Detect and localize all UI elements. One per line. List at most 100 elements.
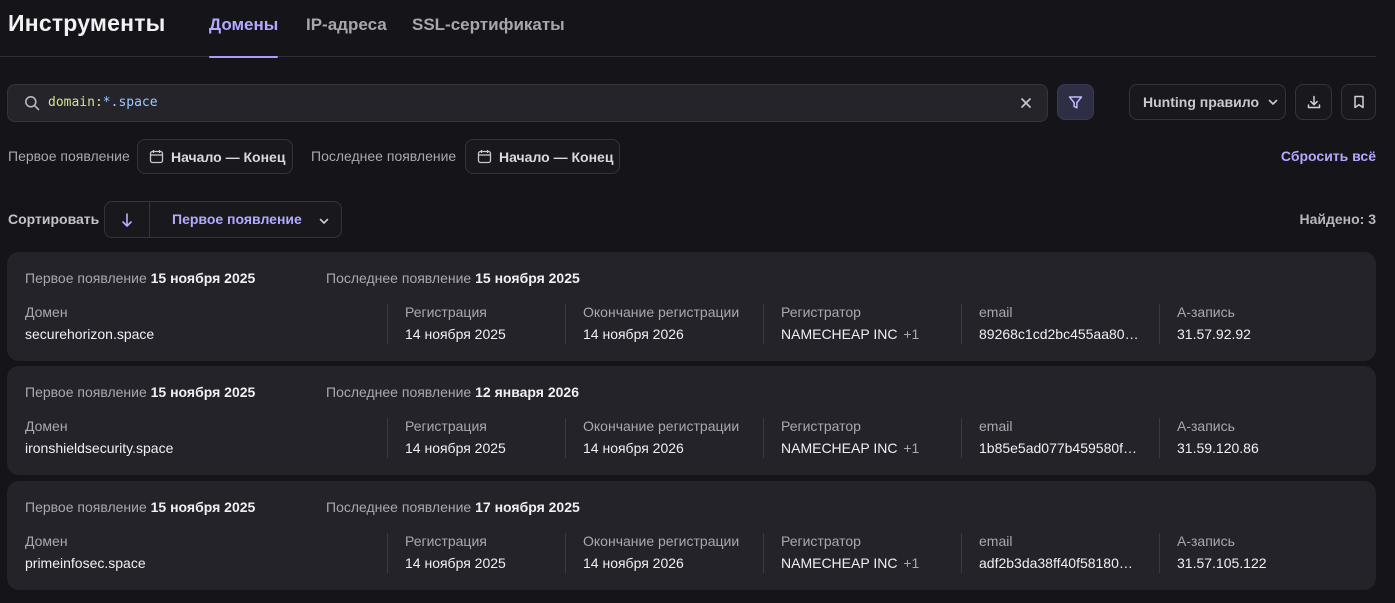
search-input[interactable]: domain:*.space bbox=[7, 84, 1048, 122]
registration-column: Регистрация 14 ноября 2025 bbox=[387, 418, 565, 458]
sort-field-dropdown[interactable]: Первое появление bbox=[172, 211, 302, 227]
filter-icon bbox=[1068, 95, 1083, 109]
domain-label: Домен bbox=[25, 304, 68, 320]
last-seen: Последнее появление 17 ноября 2025 bbox=[326, 499, 580, 515]
last-seen: Последнее появление 15 ноября 2025 bbox=[326, 270, 580, 286]
hunting-rule-dropdown[interactable]: Hunting правило bbox=[1129, 84, 1286, 120]
tab-ip-addresses[interactable]: IP-адреса bbox=[306, 15, 387, 57]
email-label: email bbox=[979, 418, 1013, 434]
registrar-value: NAMECHEAP INC +1 bbox=[781, 326, 961, 342]
expiration-column: Окончание регистрации 14 ноября 2026 bbox=[565, 533, 763, 573]
registration-column: Регистрация 14 ноября 2025 bbox=[387, 304, 565, 344]
expiration-column: Окончание регистрации 14 ноября 2026 bbox=[565, 418, 763, 458]
reset-all-button[interactable]: Сбросить всё bbox=[1281, 148, 1376, 164]
last-seen-value: 15 ноября 2025 bbox=[475, 270, 580, 286]
registrar-column: Регистратор NAMECHEAP INC +1 bbox=[763, 304, 961, 344]
header: Инструменты Домены IP-адреса SSL-сертифи… bbox=[0, 0, 1376, 58]
registrar-column: Регистратор NAMECHEAP INC +1 bbox=[763, 533, 961, 573]
a-record-value[interactable]: 31.59.120.86 bbox=[1177, 440, 1359, 456]
expiration-value: 14 ноября 2026 bbox=[583, 555, 684, 571]
first-seen-label: Первое появление bbox=[25, 384, 147, 400]
registrar-more-badge[interactable]: +1 bbox=[903, 326, 919, 342]
expiration-column: Окончание регистрации 14 ноября 2026 bbox=[565, 304, 763, 344]
registrar-more-badge[interactable]: +1 bbox=[903, 555, 919, 571]
expiration-label: Окончание регистрации bbox=[583, 533, 740, 549]
calendar-icon bbox=[477, 150, 492, 164]
first-seen: Первое появление 15 ноября 2025 bbox=[25, 499, 255, 515]
sort-direction-button[interactable] bbox=[105, 202, 150, 237]
registration-value: 14 ноября 2025 bbox=[405, 326, 506, 342]
last-seen-label: Последнее появление bbox=[326, 384, 472, 400]
domain-value[interactable]: ironshieldsecurity.space bbox=[25, 440, 387, 456]
bookmark-icon bbox=[1353, 95, 1364, 109]
last-seen-value: 17 ноября 2025 bbox=[475, 499, 580, 515]
calendar-icon bbox=[149, 150, 164, 164]
domain-label: Домен bbox=[25, 418, 68, 434]
last-seen-label: Последнее появление bbox=[326, 270, 472, 286]
tab-domains[interactable]: Домены bbox=[209, 15, 279, 58]
a-record-label: A-запись bbox=[1177, 304, 1235, 320]
email-value[interactable]: 89268c1cd2bc455aa80… bbox=[979, 326, 1141, 342]
search-icon bbox=[25, 96, 40, 111]
last-seen-date-range[interactable]: Начало — Конец bbox=[465, 139, 620, 174]
arrow-down-icon bbox=[122, 212, 132, 227]
chevron-down-icon[interactable] bbox=[318, 215, 330, 227]
a-record-label: A-запись bbox=[1177, 533, 1235, 549]
first-seen-value: 15 ноября 2025 bbox=[150, 270, 256, 286]
registrar-name: NAMECHEAP INC bbox=[781, 555, 898, 571]
a-record-value[interactable]: 31.57.92.92 bbox=[1177, 326, 1359, 342]
email-value[interactable]: adf2b3da38ff40f58180… bbox=[979, 555, 1141, 571]
registrar-label: Регистратор bbox=[781, 533, 861, 549]
registrar-label: Регистратор bbox=[781, 304, 861, 320]
tab-ssl-certificates[interactable]: SSL-сертификаты bbox=[412, 15, 565, 57]
result-card[interactable]: Первое появление 15 ноября 2025 Последне… bbox=[7, 481, 1376, 590]
registrar-more-badge[interactable]: +1 bbox=[903, 440, 919, 456]
first-seen: Первое появление 15 ноября 2025 bbox=[25, 270, 255, 286]
registration-column: Регистрация 14 ноября 2025 bbox=[387, 533, 565, 573]
a-record-column: A-запись 31.57.105.122 bbox=[1159, 533, 1359, 573]
registration-value: 14 ноября 2025 bbox=[405, 555, 506, 571]
first-seen-range-text: Начало — Конец bbox=[171, 148, 286, 165]
first-seen-label: Первое появление bbox=[25, 270, 147, 286]
registration-value: 14 ноября 2025 bbox=[405, 440, 506, 456]
domain-value[interactable]: securehorizon.space bbox=[25, 326, 387, 342]
last-seen-filter-label: Последнее появление bbox=[311, 148, 457, 164]
result-card[interactable]: Первое появление 15 ноября 2025 Последне… bbox=[7, 366, 1376, 475]
registrar-value: NAMECHEAP INC +1 bbox=[781, 555, 961, 571]
last-seen-label: Последнее появление bbox=[326, 499, 472, 515]
registrar-label: Регистратор bbox=[781, 418, 861, 434]
a-record-column: A-запись 31.57.92.92 bbox=[1159, 304, 1359, 344]
result-card[interactable]: Первое появление 15 ноября 2025 Последне… bbox=[7, 252, 1376, 361]
registrar-value: NAMECHEAP INC +1 bbox=[781, 440, 961, 456]
last-seen: Последнее появление 12 января 2026 bbox=[326, 384, 579, 400]
filter-button[interactable] bbox=[1057, 84, 1094, 120]
domain-column: Домен securehorizon.space bbox=[25, 304, 387, 344]
email-label: email bbox=[979, 304, 1013, 320]
domain-column: Домен ironshieldsecurity.space bbox=[25, 418, 387, 458]
registrar-column: Регистратор NAMECHEAP INC +1 bbox=[763, 418, 961, 458]
chevron-down-icon bbox=[1268, 99, 1278, 105]
first-seen-label: Первое появление bbox=[25, 499, 147, 515]
sort-label: Сортировать bbox=[8, 211, 100, 227]
first-seen-date-range[interactable]: Начало — Конец bbox=[137, 139, 293, 174]
first-seen-value: 15 ноября 2025 bbox=[150, 499, 256, 515]
last-seen-range-text: Начало — Конец bbox=[499, 148, 614, 165]
page-title: Инструменты bbox=[8, 10, 166, 36]
download-button[interactable] bbox=[1295, 84, 1332, 120]
a-record-label: A-запись bbox=[1177, 418, 1235, 434]
domain-value[interactable]: primeinfosec.space bbox=[25, 555, 387, 571]
search-query-value: *.space bbox=[102, 95, 158, 110]
a-record-column: A-запись 31.59.120.86 bbox=[1159, 418, 1359, 458]
bookmark-button[interactable] bbox=[1341, 84, 1376, 120]
expiration-value: 14 ноября 2026 bbox=[583, 440, 684, 456]
registration-label: Регистрация bbox=[405, 533, 487, 549]
last-seen-value: 12 января 2026 bbox=[475, 384, 579, 400]
email-value[interactable]: 1b85e5ad077b459580f… bbox=[979, 440, 1141, 456]
close-icon[interactable] bbox=[1019, 96, 1033, 110]
email-column: email 89268c1cd2bc455aa80… bbox=[961, 304, 1159, 344]
email-label: email bbox=[979, 533, 1013, 549]
email-column: email adf2b3da38ff40f58180… bbox=[961, 533, 1159, 573]
first-seen-filter-label: Первое появление bbox=[8, 148, 130, 164]
registration-label: Регистрация bbox=[405, 418, 487, 434]
a-record-value[interactable]: 31.57.105.122 bbox=[1177, 555, 1359, 571]
